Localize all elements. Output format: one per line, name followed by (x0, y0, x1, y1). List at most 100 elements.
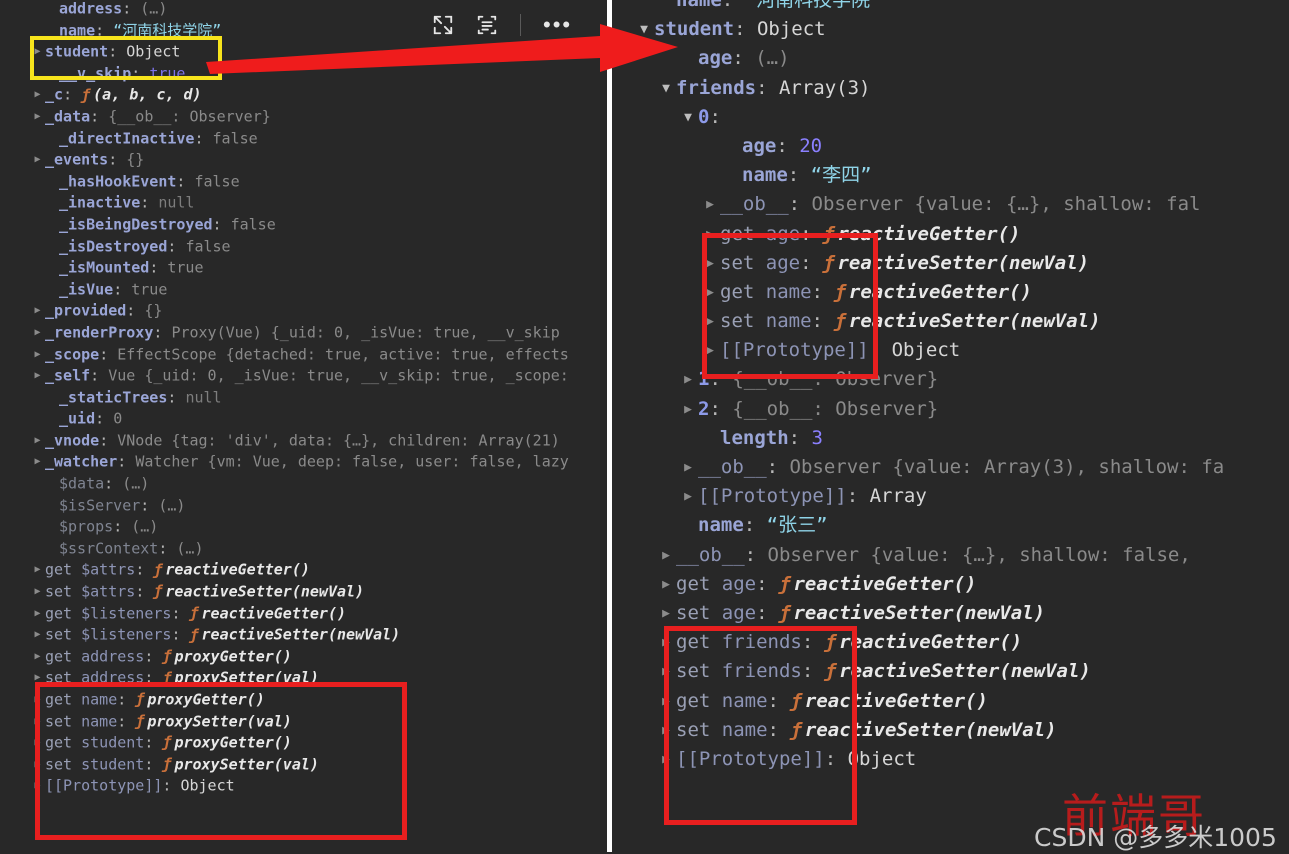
object-tree-row[interactable]: ▶ _c: ƒ (a, b, c, d) (0, 84, 607, 106)
object-tree-row[interactable]: ▼ 0: (612, 103, 1289, 132)
key-separator: : (63, 85, 82, 104)
disclosure-triangle-icon: ▶ (722, 132, 742, 161)
function-signature: (a, b, c, d) (93, 85, 202, 104)
disclosure-triangle-icon[interactable]: ▶ (30, 84, 45, 106)
object-tree-row[interactable]: ▶ get address: ƒ proxyGetter() (0, 646, 607, 668)
object-tree-row[interactable]: ▶ set $attrs: ƒ reactiveSetter(newVal) (0, 581, 607, 603)
function-glyph-icon: ƒ (162, 647, 172, 666)
property-value: (…) (122, 474, 150, 493)
object-tree-row[interactable]: ▶ [[Prototype]]: Array (612, 482, 1289, 511)
object-tree-row[interactable]: ▶$data: (…) (0, 473, 607, 495)
object-tree-row[interactable]: ▶_isBeingDestroyed: false (0, 214, 607, 236)
function-signature: reactiveGetter() (201, 603, 347, 622)
object-tree-row[interactable]: ▶ _renderProxy: Proxy(Vue) {_uid: 0, _isV… (0, 322, 607, 344)
disclosure-triangle-icon[interactable]: ▶ (678, 482, 698, 511)
disclosure-triangle-icon[interactable]: ▶ (30, 430, 45, 452)
object-tree-row[interactable]: ▶name: “张三” (612, 511, 1289, 540)
disclosure-triangle-icon[interactable]: ▼ (678, 103, 698, 132)
object-tree-row[interactable]: ▶ get age: ƒ reactiveGetter() (612, 570, 1289, 599)
object-tree-row[interactable]: ▶_directInactive: false (0, 128, 607, 150)
disclosure-triangle-icon[interactable]: ▶ (30, 365, 45, 387)
disclosure-triangle-icon[interactable]: ▶ (656, 570, 676, 599)
key-separator: : (846, 485, 870, 508)
key-separator: : (126, 301, 145, 320)
accessor-keyword: get (45, 647, 82, 666)
property-value: Object (756, 18, 826, 41)
disclosure-triangle-icon[interactable]: ▶ (656, 541, 676, 570)
object-tree-row[interactable]: ▼ student: Object (612, 15, 1289, 44)
object-tree-row[interactable]: ▶_staticTrees: null (0, 387, 607, 409)
object-tree-row[interactable]: ▶$props: (…) (0, 516, 607, 538)
disclosure-triangle-icon: ▶ (678, 511, 698, 540)
property-key: _uid (59, 409, 96, 428)
left-object-tree[interactable]: ▶address: (…)▶name: “河南科技学院”▶student: Ob… (0, 0, 607, 797)
object-tree-row[interactable]: ▶_inactive: null (0, 192, 607, 214)
disclosure-triangle-icon[interactable]: ▶ (30, 106, 45, 128)
disclosure-triangle-icon[interactable]: ▶ (30, 559, 45, 581)
property-key: __ob__ (698, 456, 767, 479)
object-tree-row[interactable]: ▶_isDestroyed: false (0, 236, 607, 258)
key-separator: : (90, 107, 109, 126)
object-tree-row[interactable]: ▶name: “河南科技学院” (612, 0, 1289, 15)
disclosure-triangle-icon[interactable]: ▶ (30, 624, 45, 646)
disclosure-triangle-icon[interactable]: ▶ (678, 395, 698, 424)
object-tree-row[interactable]: ▶ _watcher: Watcher {vm: Vue, deep: false… (0, 451, 607, 473)
object-tree-row[interactable]: ▶length: 3 (612, 424, 1289, 453)
object-tree-row[interactable]: ▶name: “李四” (612, 161, 1289, 190)
disclosure-triangle-icon[interactable]: ▶ (30, 451, 45, 473)
property-key: $ssrContext (59, 539, 159, 558)
object-tree-row[interactable]: ▶ get $attrs: ƒ reactiveGetter() (0, 559, 607, 581)
disclosure-triangle-icon: ▶ (722, 161, 742, 190)
object-tree-row[interactable]: ▶age: (…) (612, 44, 1289, 73)
property-key: _staticTrees (59, 387, 168, 406)
disclosure-triangle-icon[interactable]: ▶ (678, 453, 698, 482)
property-key: friends (676, 76, 757, 99)
property-key: _data (45, 107, 91, 126)
object-tree-row[interactable]: ▶ set age: ƒ reactiveSetter(newVal) (612, 599, 1289, 628)
object-tree-row[interactable]: ▼ friends: Array(3) (612, 74, 1289, 103)
object-tree-row[interactable]: ▶ _self: Vue {_uid: 0, _isVue: true, __v_… (0, 365, 607, 387)
property-key: $attrs (81, 582, 136, 601)
key-separator: : (212, 215, 231, 234)
property-key: _inactive (59, 193, 141, 212)
object-tree-row[interactable]: ▶_isVue: true (0, 279, 607, 301)
object-tree-row[interactable]: ▶$ssrContext: (…) (0, 538, 607, 560)
object-tree-row[interactable]: ▶ 2: {__ob__: Observer} (612, 395, 1289, 424)
object-tree-row[interactable]: ▶ _vnode: VNode {tag: 'div', data: {…}, c… (0, 430, 607, 452)
disclosure-triangle-icon[interactable]: ▶ (700, 190, 720, 219)
property-value: “张三” (766, 514, 828, 537)
property-key: _c (45, 85, 64, 104)
disclosure-triangle-icon[interactable]: ▶ (30, 322, 45, 344)
disclosure-triangle-icon: ▶ (44, 0, 59, 20)
key-separator: : (167, 387, 186, 406)
property-key: age (742, 135, 777, 158)
object-tree-row[interactable]: ▶ _events: {} (0, 149, 607, 171)
object-tree-row[interactable]: ▶_isMounted: true (0, 257, 607, 279)
object-tree-row[interactable]: ▶_uid: 0 (0, 408, 607, 430)
object-tree-row[interactable]: ▶ __ob__: Observer {value: {…}, shallow: … (612, 190, 1289, 219)
object-tree-row[interactable]: ▶ set $listeners: ƒ reactiveSetter(newVal) (0, 624, 607, 646)
disclosure-triangle-icon[interactable]: ▶ (656, 599, 676, 628)
object-tree-row[interactable]: ▶$isServer: (…) (0, 495, 607, 517)
object-tree-row[interactable]: ▶ __ob__: Observer {value: Array(3), shal… (612, 453, 1289, 482)
object-tree-row[interactable]: ▶ _provided: {} (0, 300, 607, 322)
object-tree-row[interactable]: ▶age: 20 (612, 132, 1289, 161)
property-key: $data (59, 474, 105, 493)
disclosure-triangle-icon[interactable]: ▶ (30, 603, 45, 625)
object-tree-row[interactable]: ▶ get $listeners: ƒ reactiveGetter() (0, 603, 607, 625)
accessor-keyword: get (676, 572, 722, 595)
object-tree-row[interactable]: ▶ __ob__: Observer {value: {…}, shallow: … (612, 541, 1289, 570)
disclosure-triangle-icon[interactable]: ▶ (30, 300, 45, 322)
property-key: age (721, 602, 757, 625)
disclosure-triangle-icon[interactable]: ▶ (30, 646, 45, 668)
object-tree-row[interactable]: ▶ _scope: EffectScope {detached: true, ac… (0, 344, 607, 366)
property-value: (…) (158, 495, 186, 514)
disclosure-triangle-icon[interactable]: ▶ (678, 365, 698, 394)
disclosure-triangle-icon[interactable]: ▶ (30, 149, 45, 171)
disclosure-triangle-icon[interactable]: ▶ (30, 344, 45, 366)
object-tree-row[interactable]: ▶ _data: {__ob__: Observer} (0, 106, 607, 128)
disclosure-triangle-icon[interactable]: ▶ (30, 581, 45, 603)
function-glyph-icon: ƒ (778, 572, 791, 595)
object-tree-row[interactable]: ▶_hasHookEvent: false (0, 171, 607, 193)
key-separator: : (194, 128, 213, 147)
